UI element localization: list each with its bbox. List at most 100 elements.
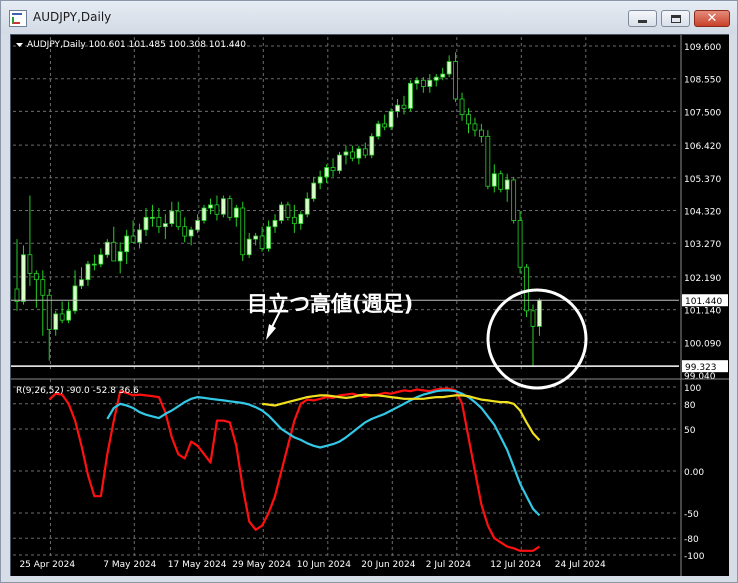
candle-bull	[220, 198, 226, 215]
date-tick-label: 29 May 2024	[232, 560, 291, 570]
candle-bear	[285, 204, 291, 218]
candle-bull	[201, 207, 207, 221]
candle-bear	[227, 198, 233, 218]
candle-bear	[130, 235, 136, 243]
candle-bear	[291, 216, 297, 224]
chart-area[interactable]: 101.440 99.323 109.600 108.550 107.500 106.4…	[10, 34, 729, 576]
indicator-tick-label: -100	[684, 552, 705, 562]
maximize-icon	[670, 14, 681, 23]
candle-bull	[343, 151, 349, 156]
candle-bull	[98, 254, 104, 265]
candle-bull	[117, 251, 123, 262]
candle-bull	[324, 167, 330, 178]
rci-short-line	[48, 387, 541, 552]
candle-bear	[524, 266, 529, 312]
candle-bear	[14, 288, 20, 302]
candle-bear	[401, 104, 407, 109]
candle-bull	[79, 279, 84, 287]
price-tick-label: 102.190	[684, 274, 721, 284]
candle-bull	[85, 263, 91, 281]
candle-bull	[440, 73, 446, 78]
candle-bear	[530, 310, 536, 327]
candle-bull	[162, 223, 168, 228]
price-tick-label: 106.420	[684, 142, 721, 152]
minimize-button[interactable]	[628, 10, 657, 27]
candle-bull	[66, 310, 71, 321]
date-tick-label: 20 Jun 2024	[361, 560, 415, 570]
candle-bull	[311, 182, 317, 200]
candle-bear	[466, 114, 471, 125]
candle-bull	[195, 220, 201, 231]
candle-bull	[414, 79, 420, 84]
candle-bull	[92, 263, 97, 266]
indicator-tick-label: -50	[684, 510, 699, 520]
candle-bear	[40, 279, 46, 296]
candle-bear	[33, 273, 39, 281]
candle-bull	[53, 313, 59, 330]
candle-bear	[420, 79, 426, 87]
indicator-tick-label: 80	[684, 401, 696, 411]
candle-bull	[233, 207, 239, 218]
window-title-bar[interactable]: AUDJPY,Daily ✕	[1, 1, 737, 34]
candle-bull	[104, 241, 110, 256]
candle-bear	[182, 226, 188, 237]
candle-bear	[362, 148, 368, 156]
candle-bull	[369, 135, 375, 156]
rci-mid-line	[106, 389, 541, 517]
candle-bull	[504, 179, 510, 190]
date-tick-label: 17 May 2024	[168, 560, 227, 570]
date-axis: 25 Apr 2024 7 May 2024 17 May 2024 29 May 2…	[19, 560, 606, 570]
candle-bear	[511, 179, 517, 221]
candle-bear	[214, 204, 220, 215]
candle-bear	[27, 254, 33, 274]
candle-bull	[272, 220, 278, 228]
candle-bull	[143, 216, 149, 231]
date-tick-label: 7 May 2024	[103, 560, 156, 570]
candle-bull	[317, 176, 323, 184]
candles-group	[14, 52, 542, 367]
price-tick-label: 103.270	[684, 240, 721, 250]
candle-bear	[472, 123, 478, 131]
price-tick-label: 109.600	[684, 43, 721, 53]
candle-bull	[150, 216, 155, 219]
candle-bull	[395, 104, 400, 112]
annotation-circle	[486, 288, 588, 390]
close-button[interactable]: ✕	[694, 10, 730, 27]
candle-bull	[169, 210, 175, 224]
candle-bear	[349, 151, 355, 159]
date-tick-label: 10 Jun 2024	[297, 560, 351, 570]
annotation-arrow-head	[266, 324, 276, 340]
candle-bear	[259, 235, 265, 249]
candle-bull	[356, 148, 362, 159]
candle-bear	[485, 135, 491, 187]
candle-bull	[266, 226, 271, 249]
candle-bull	[253, 235, 259, 240]
candle-bull	[337, 154, 342, 172]
price-chart[interactable]: 101.44099.323 109.600108.550107.500106.4…	[11, 35, 729, 576]
candle-bull	[375, 123, 381, 137]
candle-bull	[21, 254, 26, 302]
terminal-window: AUDJPY,Daily ✕ 101.440 99.323 109.600 108.…	[0, 0, 738, 583]
candle-bear	[330, 167, 336, 172]
candle-bear	[240, 207, 246, 256]
price-tick-label: 105.370	[684, 175, 721, 185]
candle-bull	[537, 299, 542, 327]
price-tick-label: 108.550	[684, 76, 721, 86]
rci-indicator	[48, 387, 541, 552]
candle-bear	[517, 220, 523, 268]
candle-bull	[433, 76, 439, 81]
candle-bear	[459, 98, 465, 115]
chart-info-label: AUDJPY,Daily 100.601 101.485 100.308 101…	[27, 40, 246, 50]
candle-bull	[246, 238, 252, 256]
close-icon: ✕	[706, 11, 718, 26]
candle-bull	[137, 229, 142, 243]
candle-bull	[208, 204, 213, 209]
candle-bull	[491, 173, 497, 187]
indicator-tick-label: 100	[684, 384, 701, 394]
candle-bull	[72, 285, 78, 312]
maximize-button[interactable]	[661, 10, 690, 27]
candle-bull	[304, 198, 310, 215]
price-tick-label: 101.140	[684, 307, 721, 317]
chart-window-icon	[9, 10, 27, 27]
minimize-icon	[638, 20, 647, 23]
